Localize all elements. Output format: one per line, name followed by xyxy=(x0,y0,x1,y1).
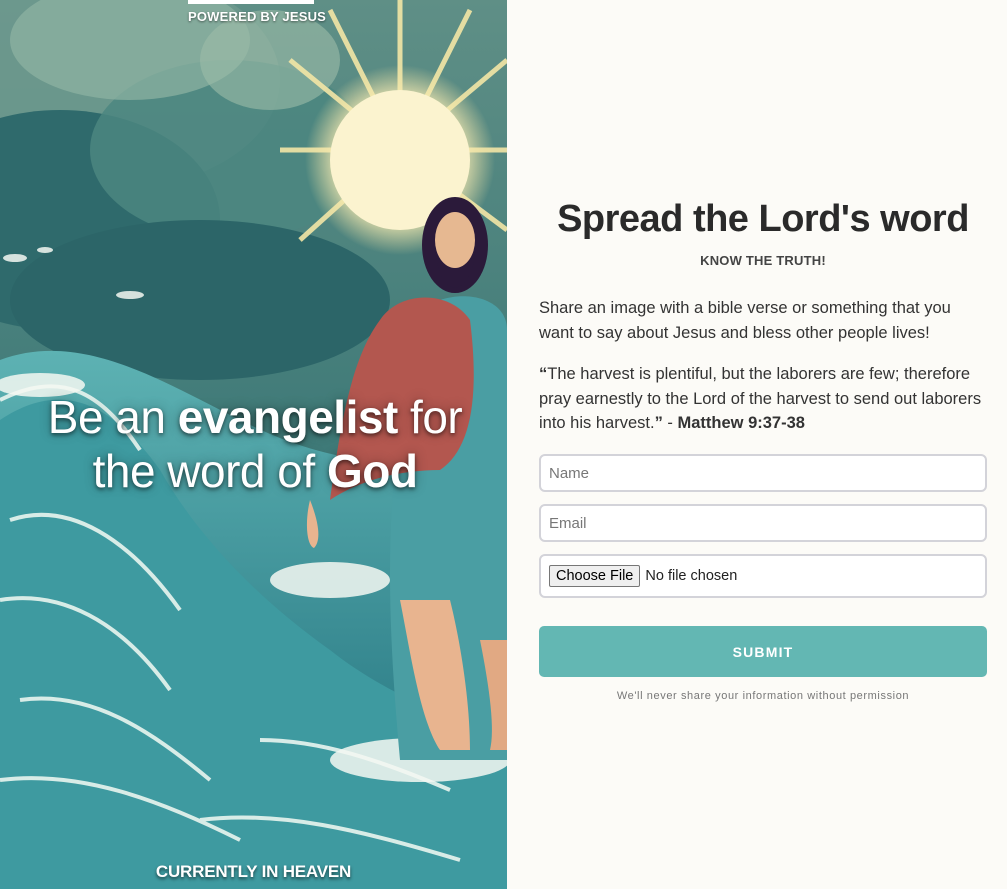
submit-button[interactable]: SUBMIT xyxy=(539,626,987,677)
hero-panel: POWERED BY JESUS Be an evangelist for th… xyxy=(0,0,507,889)
hero-tagline: Be an evangelist for the word of God xyxy=(20,390,490,498)
bible-quote: “The harvest is plentiful, but the labor… xyxy=(539,362,987,436)
intro-text: Share an image with a bible verse or som… xyxy=(539,299,951,342)
quote-open-mark: “ xyxy=(539,365,548,383)
tagline-text-1: Be an xyxy=(47,391,178,443)
name-input[interactable] xyxy=(539,454,987,492)
location-label: CURRENTLY IN HEAVEN xyxy=(155,862,352,881)
file-status-text: No file chosen xyxy=(645,568,738,584)
email-input[interactable] xyxy=(539,504,987,542)
powered-by-label: POWERED BY JESUS xyxy=(188,9,327,24)
page-subtitle: KNOW THE TRUTH! xyxy=(700,253,826,268)
tagline-emphasis-2: God xyxy=(326,445,418,497)
page-title: Spread the Lord's word xyxy=(557,198,969,240)
quote-separator: - xyxy=(662,414,678,432)
quote-reference: Matthew 9:37-38 xyxy=(677,414,805,432)
choose-file-button[interactable]: Choose File xyxy=(549,565,641,587)
privacy-note: We'll never share your information witho… xyxy=(616,690,910,702)
powered-underline xyxy=(188,0,314,4)
tagline-emphasis-1: evangelist xyxy=(177,391,399,443)
file-upload-field[interactable]: Choose File No file chosen xyxy=(539,554,987,598)
quote-close-mark: ” xyxy=(654,414,663,432)
